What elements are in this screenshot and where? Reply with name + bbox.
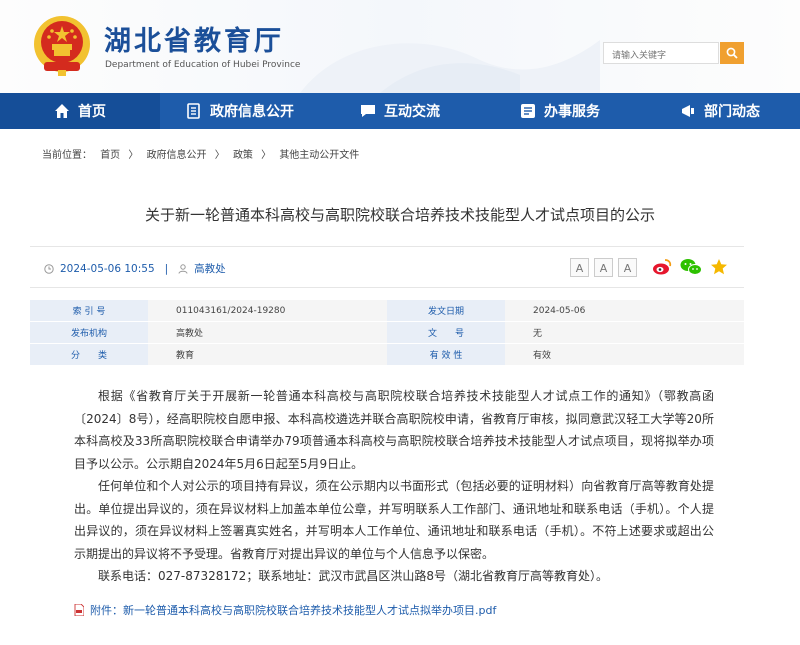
info-key: 分 类 (30, 343, 148, 365)
font-size-controls: A A A (570, 258, 642, 277)
site-subtitle: Department of Education of Hubei Provinc… (105, 60, 301, 70)
info-value: 2024-05-06 (505, 299, 744, 322)
wechat-share-button[interactable] (680, 258, 702, 280)
nav-item-home[interactable]: 首页 (0, 93, 160, 129)
home-icon (55, 104, 69, 118)
breadcrumb-separator: 〉 (214, 150, 225, 161)
document-icon (187, 103, 200, 119)
news-icon (682, 105, 694, 117)
chat-icon (361, 105, 375, 117)
nav-label: 政府信息公开 (210, 104, 294, 120)
breadcrumb-prefix: 当前位置： (42, 150, 92, 161)
font-size-small-button[interactable]: A (618, 258, 637, 277)
pdf-file-icon (74, 604, 84, 616)
table-row: 分 类 教育 有 效 性 有效 (30, 343, 744, 365)
site-title[interactable]: 湖北省教育厅 (104, 19, 284, 58)
breadcrumb: 当前位置： 首页 〉 政府信息公开 〉 政策 〉 其他主动公开文件 (42, 146, 364, 161)
info-key: 有 效 性 (387, 343, 505, 365)
search-box (603, 42, 722, 66)
nav-item-services[interactable]: 办事服务 (480, 93, 640, 129)
document-info-table: 索 引 号 011043161/2024-19280 发文日期 2024-05-… (30, 299, 744, 365)
breadcrumb-item-home[interactable]: 首页 (100, 150, 120, 161)
font-size-large-button[interactable]: A (570, 258, 589, 277)
article-meta: 2024-05-06 10:55 | 高教处 (44, 261, 226, 276)
table-row: 发布机构 高教处 文 号 无 (30, 321, 744, 344)
user-icon (178, 263, 188, 274)
nav-item-gov-info[interactable]: 政府信息公开 (160, 93, 320, 129)
main-nav: 首页 政府信息公开 互动交流 办事服务 部门动态 (0, 93, 800, 129)
body-paragraph: 任何单位和个人对公示的项目持有异议，须在公示期内以书面形式（包括必要的证明材料）… (74, 479, 714, 561)
info-key: 索 引 号 (30, 299, 148, 322)
article-body: 根据《省教育厅关于开展新一轮普通本科高校与高职院校联合培养技术技能型人才试点工作… (74, 385, 714, 588)
weibo-share-button[interactable] (652, 258, 672, 280)
nav-label: 互动交流 (384, 104, 440, 120)
info-value: 教育 (148, 343, 387, 365)
info-value: 011043161/2024-19280 (148, 299, 387, 322)
wechat-icon (680, 259, 702, 275)
meta-separator: | (164, 262, 169, 275)
body-paragraph: 联系电话：027-87328172；联系地址：武汉市武昌区洪山路8号（湖北省教育… (98, 569, 608, 583)
national-emblem-logo (34, 16, 90, 76)
nav-label: 部门动态 (704, 104, 760, 120)
article-source: 高教处 (194, 263, 226, 275)
weibo-icon (653, 259, 672, 275)
share-buttons (652, 258, 736, 280)
attachment-link[interactable]: 附件：新一轮普通本科高校与高职院校联合培养技术技能型人才试点拟举办项目.pdf (74, 602, 496, 618)
favorite-icon (711, 259, 727, 275)
search-input[interactable] (604, 46, 722, 66)
breadcrumb-item-policy[interactable]: 政策 (233, 150, 253, 161)
nav-item-interaction[interactable]: 互动交流 (320, 93, 480, 129)
info-value: 高教处 (148, 321, 387, 344)
info-key: 发文日期 (387, 299, 505, 322)
info-key: 文 号 (387, 321, 505, 344)
nav-item-department-news[interactable]: 部门动态 (640, 93, 800, 129)
breadcrumb-separator: 〉 (128, 150, 139, 161)
article-meta-bar: 2024-05-06 10:55 | 高教处 A A A (30, 246, 744, 288)
search-icon (726, 47, 738, 59)
info-value: 有效 (505, 343, 744, 365)
search-button[interactable] (720, 42, 744, 64)
breadcrumb-item-gov-info[interactable]: 政府信息公开 (147, 150, 207, 161)
breadcrumb-separator: 〉 (261, 150, 272, 161)
nav-label: 办事服务 (544, 104, 600, 120)
attachment-label: 附件：新一轮普通本科高校与高职院校联合培养技术技能型人才试点拟举办项目.pdf (90, 604, 497, 617)
service-icon (521, 104, 535, 118)
info-key: 发布机构 (30, 321, 148, 344)
article-title: 关于新一轮普通本科高校与高职院校联合培养技术技能型人才试点项目的公示 (144, 206, 655, 224)
publish-date: 2024-05-06 10:55 (60, 262, 155, 275)
info-value: 无 (505, 321, 744, 344)
font-size-medium-button[interactable]: A (594, 258, 613, 277)
breadcrumb-item-other-files[interactable]: 其他主动公开文件 (279, 150, 359, 161)
table-row: 索 引 号 011043161/2024-19280 发文日期 2024-05-… (30, 299, 744, 322)
clock-icon (44, 263, 54, 274)
favorite-button[interactable] (710, 258, 728, 280)
site-header: 湖北省教育厅 Department of Education of Hubei … (0, 0, 800, 93)
body-paragraph: 根据《省教育厅关于开展新一轮普通本科高校与高职院校联合培养技术技能型人才试点工作… (74, 389, 714, 471)
nav-label: 首页 (78, 104, 106, 120)
